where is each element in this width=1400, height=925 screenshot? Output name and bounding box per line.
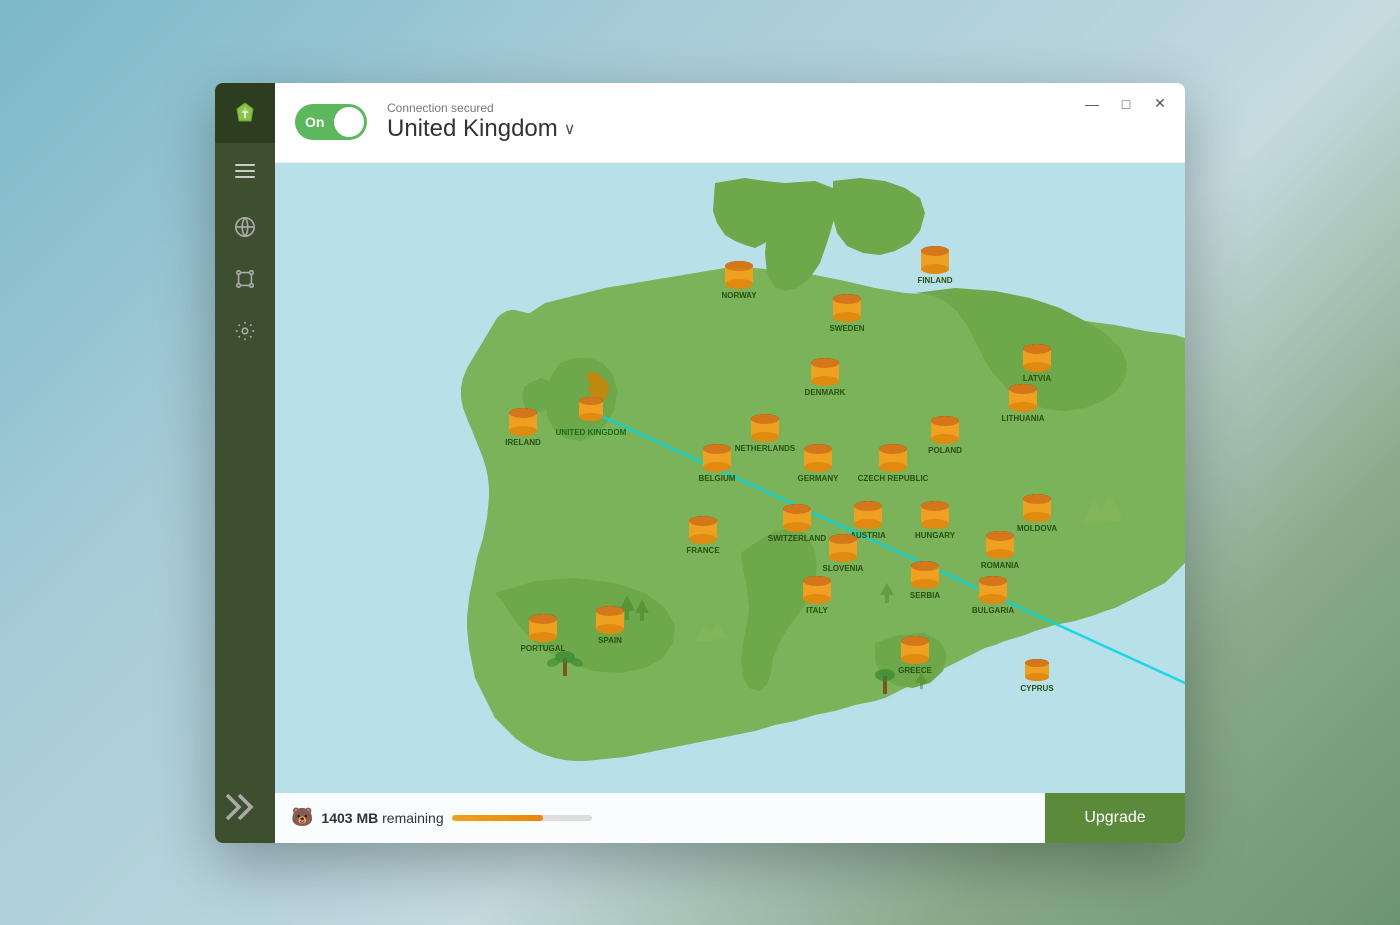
svg-text:NORWAY: NORWAY	[721, 291, 757, 300]
svg-text:POLAND: POLAND	[928, 446, 962, 455]
svg-text:SLOVENIA: SLOVENIA	[823, 564, 864, 573]
svg-text:GREECE: GREECE	[898, 666, 932, 675]
sidebar-bottom	[221, 783, 269, 843]
svg-text:IRELAND: IRELAND	[505, 438, 541, 447]
sidebar-collapse-button[interactable]	[221, 783, 269, 831]
progress-bar-container	[452, 815, 592, 821]
svg-text:NETHERLANDS: NETHERLANDS	[735, 444, 796, 453]
svg-text:FRANCE: FRANCE	[686, 546, 720, 555]
svg-text:PORTUGAL: PORTUGAL	[521, 644, 566, 653]
data-remaining-label: remaining	[382, 810, 443, 826]
europe-map-svg: NORWAY FINLAND SWEDEN	[275, 163, 1185, 843]
sidebar-item-settings[interactable]	[221, 307, 269, 355]
svg-text:SWEDEN: SWEDEN	[829, 324, 864, 333]
vpn-toggle[interactable]: On	[295, 104, 367, 140]
chevron-down-icon: ∨	[564, 119, 576, 139]
main-content: — □ ✕ On Connection secured United Kingd…	[275, 83, 1185, 843]
sidebar-nav	[221, 203, 269, 783]
data-amount: 1403 MB	[321, 810, 378, 826]
data-text: 1403 MB remaining	[321, 810, 443, 826]
app-window: T	[215, 83, 1185, 843]
svg-text:BELGIUM: BELGIUM	[699, 474, 736, 483]
svg-text:DENMARK: DENMARK	[805, 388, 846, 397]
header: — □ ✕ On Connection secured United Kingd…	[275, 83, 1185, 163]
svg-text:CZECH REPUBLIC: CZECH REPUBLIC	[858, 474, 929, 483]
svg-text:SWITZERLAND: SWITZERLAND	[768, 534, 826, 543]
window-controls: — □ ✕	[1083, 95, 1169, 113]
app-logo[interactable]: T	[215, 83, 275, 143]
svg-text:SPAIN: SPAIN	[598, 636, 622, 645]
maximize-button[interactable]: □	[1117, 95, 1135, 113]
toggle-container: On	[295, 104, 367, 140]
connection-status: Connection secured	[387, 101, 575, 115]
svg-text:ROMANIA: ROMANIA	[981, 561, 1019, 570]
toggle-on-label: On	[305, 114, 324, 130]
map-area: NORWAY FINLAND SWEDEN	[275, 163, 1185, 843]
upgrade-button[interactable]: Upgrade	[1045, 793, 1185, 843]
connection-country[interactable]: United Kingdom ∨	[387, 115, 575, 143]
toggle-knob	[334, 107, 364, 137]
connection-info: Connection secured United Kingdom ∨	[387, 101, 575, 143]
hamburger-icon	[235, 164, 255, 178]
server-norway	[725, 261, 753, 289]
svg-text:LITHUANIA: LITHUANIA	[1001, 414, 1044, 423]
svg-text:UNITED KINGDOM: UNITED KINGDOM	[556, 428, 627, 437]
svg-text:T: T	[242, 110, 248, 120]
svg-text:GERMANY: GERMANY	[798, 474, 840, 483]
menu-toggle[interactable]	[215, 147, 275, 195]
svg-text:HUNGARY: HUNGARY	[915, 531, 956, 540]
sidebar-item-diagrams[interactable]	[221, 255, 269, 303]
progress-bar-fill	[452, 815, 543, 821]
sidebar-item-map[interactable]	[221, 203, 269, 251]
svg-text:MOLDOVA: MOLDOVA	[1017, 524, 1058, 533]
data-icon: 🐻	[291, 807, 313, 828]
country-name: United Kingdom	[387, 115, 558, 143]
minimize-button[interactable]: —	[1083, 95, 1101, 113]
sidebar: T	[215, 83, 275, 843]
svg-text:CYPRUS: CYPRUS	[1020, 684, 1054, 693]
close-button[interactable]: ✕	[1151, 95, 1169, 113]
bottom-bar: 🐻 1403 MB remaining Upgrade	[275, 793, 1185, 843]
svg-text:ITALY: ITALY	[806, 606, 828, 615]
svg-text:FINLAND: FINLAND	[917, 276, 952, 285]
svg-text:BULGARIA: BULGARIA	[972, 606, 1014, 615]
svg-text:LATVIA: LATVIA	[1023, 374, 1052, 383]
data-remaining-panel: 🐻 1403 MB remaining	[275, 793, 1045, 843]
svg-text:SERBIA: SERBIA	[910, 591, 940, 600]
